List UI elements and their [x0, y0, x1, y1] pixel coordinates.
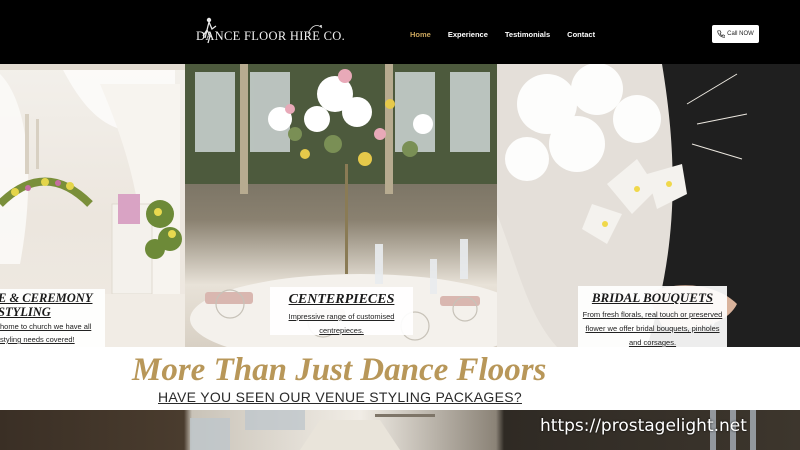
ceremony-styling-title-line-2: STYLING [0, 305, 51, 319]
bridal-bouquets-panel[interactable]: BRIDAL BOUQUETS From fresh florals, real… [497, 64, 800, 347]
phone-icon [717, 30, 726, 38]
call-now-button[interactable]: Call NOW [712, 25, 759, 43]
bridal-bouquets-body-line-3: and corsages. [628, 338, 677, 347]
venue-styling-link[interactable]: HAVE YOU SEEN OUR VENUE STYLING PACKAGES… [158, 389, 522, 405]
ceremony-styling-body-line-2: styling needs covered! [0, 335, 75, 344]
watermark-url: https://prostagelight.net [540, 416, 747, 436]
centerpieces-card: CENTERPIECES Impressive range of customi… [270, 287, 413, 335]
nav-home[interactable]: Home [410, 30, 431, 39]
nav-contact[interactable]: Contact [567, 30, 595, 39]
ceremony-styling-body-line-1: home to church we have all [0, 322, 92, 331]
centerpieces-panel[interactable]: CENTERPIECES Impressive range of customi… [185, 64, 497, 347]
centerpieces-body-line-2: centrepieces. [319, 326, 364, 335]
ceremony-styling-title-line-1: E & CEREMONY [0, 291, 93, 305]
site-logo[interactable]: DANCE FLOOR HIRE CO. [188, 16, 345, 50]
bridal-bouquets-body-line-1: From fresh florals, real touch or preser… [582, 310, 723, 319]
sparkle-icon [307, 25, 323, 35]
main-nav: Home Experience Testimonials Contact [410, 30, 612, 39]
ceremony-styling-card: E & CEREMONY STYLING home to church we h… [0, 289, 105, 347]
nav-experience[interactable]: Experience [448, 30, 488, 39]
centerpieces-body-line-1: Impressive range of customised [288, 312, 395, 321]
ceremony-styling-panel[interactable]: E & CEREMONY STYLING home to church we h… [0, 64, 185, 347]
bridal-bouquets-title: BRIDAL BOUQUETS [591, 290, 714, 305]
bridal-bouquets-body-line-2: flower we offer bridal bouquets, pinhole… [585, 324, 720, 333]
site-header: DANCE FLOOR HIRE CO. Home Experience Tes… [0, 0, 800, 64]
section-headline: More Than Just Dance Floors [132, 352, 547, 388]
bridal-bouquets-card: BRIDAL BOUQUETS From fresh florals, real… [578, 286, 727, 347]
nav-testimonials[interactable]: Testimonials [505, 30, 550, 39]
call-now-label: Call NOW [727, 31, 754, 37]
centerpieces-title: CENTERPIECES [288, 292, 395, 307]
